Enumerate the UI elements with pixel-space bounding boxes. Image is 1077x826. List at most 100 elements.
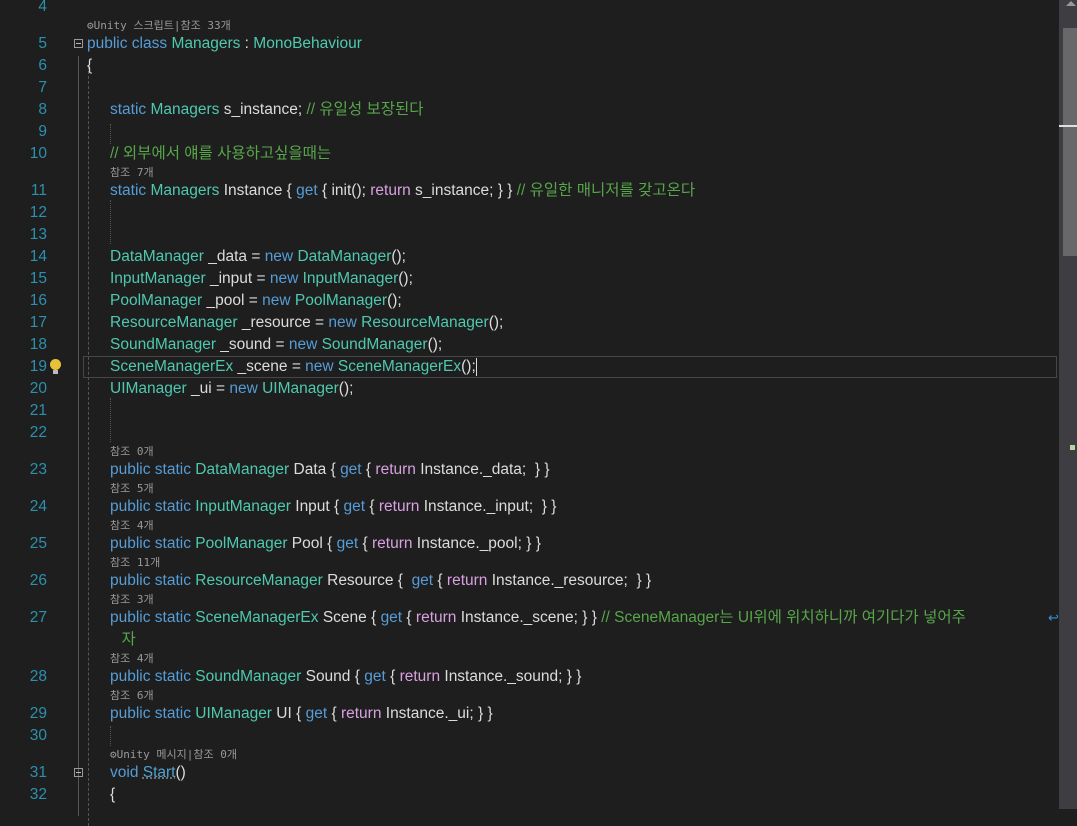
code-line[interactable]: 10 // 외부에서 얘를 사용하고싶을때는 xyxy=(0,143,1059,165)
code-token: DataManager xyxy=(297,248,392,265)
line-number: 18 xyxy=(29,336,47,353)
codelens-references[interactable]: ⚙Unity 메시지|참조 0개 xyxy=(0,747,1059,762)
code-line[interactable]: 15 InputManager _input = new InputManager… xyxy=(0,268,1059,290)
code-line[interactable]: 19 SceneManagerEx _scene = new SceneManag… xyxy=(0,356,1059,378)
code-text[interactable]: static Managers s_instance; // 유일성 보장된다 xyxy=(110,99,424,121)
code-text[interactable]: InputManager _input = new InputManager()… xyxy=(110,268,413,290)
scroll-up-icon[interactable] xyxy=(1066,1,1076,6)
codelens-references[interactable]: 참조 4개 xyxy=(0,651,1059,666)
code-token: () xyxy=(175,764,186,781)
code-line[interactable]: 16 PoolManager _pool = new PoolManager(); xyxy=(0,290,1059,312)
line-number: 27 xyxy=(29,609,47,626)
code-line[interactable]: 18 SoundManager _sound = new SoundManager… xyxy=(0,334,1059,356)
code-text[interactable]: SceneManagerEx _scene = new SceneManager… xyxy=(110,356,477,378)
code-line[interactable]: 12 xyxy=(0,202,1059,224)
code-text[interactable]: public static PoolManager Pool { get { r… xyxy=(110,533,541,555)
code-line[interactable]: 17 ResourceManager _resource = new Resour… xyxy=(0,312,1059,334)
code-token: : xyxy=(240,35,254,52)
codelens-references[interactable]: 참조 6개 xyxy=(0,688,1059,703)
code-text[interactable]: public static ResourceManager Resource {… xyxy=(110,570,651,592)
code-line[interactable]: 30 xyxy=(0,725,1059,747)
line-number: 12 xyxy=(29,204,47,221)
codelens-text[interactable]: ⚙Unity 메시지|참조 0개 xyxy=(110,747,237,762)
code-line[interactable]: 7 xyxy=(0,77,1059,99)
code-line[interactable]: 31 void Start() xyxy=(0,762,1059,784)
code-text[interactable]: void Start() xyxy=(110,762,186,784)
codelens-references[interactable]: 참조 3개 xyxy=(0,592,1059,607)
codelens-text[interactable]: 참조 0개 xyxy=(110,444,154,459)
code-text[interactable]: ResourceManager _resource = new Resource… xyxy=(110,312,503,334)
scrollbar-thumb[interactable] xyxy=(1063,28,1077,256)
code-line[interactable]: 6{ xyxy=(0,55,1059,77)
code-token: public static xyxy=(110,572,196,589)
code-token: static xyxy=(110,182,151,199)
code-token: public static xyxy=(110,668,196,685)
code-line[interactable]: 22 xyxy=(0,422,1059,444)
code-text[interactable]: 자 xyxy=(122,629,136,651)
code-text[interactable]: // 외부에서 얘를 사용하고싶을때는 xyxy=(110,143,331,165)
code-text[interactable]: PoolManager _pool = new PoolManager(); xyxy=(110,290,402,312)
code-line[interactable]: 32 { xyxy=(0,784,1059,806)
code-text[interactable]: public static UIManager UI { get { retur… xyxy=(110,703,493,725)
codelens-text[interactable]: 참조 3개 xyxy=(110,592,154,607)
vertical-scrollbar[interactable] xyxy=(1059,0,1077,809)
code-line[interactable]: 9 xyxy=(0,121,1059,143)
code-line[interactable]: 29 public static UIManager UI { get { ret… xyxy=(0,703,1059,725)
code-text[interactable]: { xyxy=(87,55,92,77)
code-line[interactable]: 23 public static DataManager Data { get {… xyxy=(0,459,1059,481)
codelens-text[interactable]: 참조 4개 xyxy=(110,651,154,666)
code-text[interactable]: SoundManager _sound = new SoundManager()… xyxy=(110,334,442,356)
codelens-text[interactable]: 참조 7개 xyxy=(110,165,154,180)
collapse-icon[interactable] xyxy=(74,768,83,777)
code-line[interactable]: 5 public class Managers : MonoBehaviour xyxy=(0,33,1059,55)
code-line[interactable]: 11 static Managers Instance { get { init(… xyxy=(0,180,1059,202)
code-line[interactable]: 26 public static ResourceManager Resource… xyxy=(0,570,1059,592)
code-line[interactable]: 25 public static PoolManager Pool { get {… xyxy=(0,533,1059,555)
code-text[interactable]: { xyxy=(110,784,115,806)
code-text[interactable]: static Managers Instance { get { init();… xyxy=(110,180,695,202)
codelens-text[interactable]: 참조 4개 xyxy=(110,518,154,533)
code-token: PoolManager xyxy=(294,292,388,309)
code-line[interactable]: 21 xyxy=(0,400,1059,422)
code-token: _data = xyxy=(203,248,265,265)
code-text[interactable]: public static InputManager Input { get {… xyxy=(110,496,556,518)
code-line[interactable]: 20 UIManager _ui = new UIManager(); xyxy=(0,378,1059,400)
code-token: Managers xyxy=(150,101,220,118)
codelens-references[interactable]: 참조 7개 xyxy=(0,165,1059,180)
code-line[interactable]: 자 xyxy=(0,629,1059,651)
code-token: get xyxy=(343,498,366,515)
codelens-references[interactable]: 참조 11개 xyxy=(0,555,1059,570)
code-line[interactable]: 4 xyxy=(0,0,1059,18)
code-text[interactable]: public static DataManager Data { get { r… xyxy=(110,459,550,481)
code-text[interactable]: DataManager _data = new DataManager(); xyxy=(110,246,406,268)
code-token: _input = xyxy=(205,270,270,287)
code-line[interactable]: 24 public static InputManager Input { get… xyxy=(0,496,1059,518)
code-token: UIManager xyxy=(195,705,272,722)
code-text[interactable]: public static SoundManager Sound { get {… xyxy=(110,666,581,688)
code-token: return xyxy=(370,182,411,199)
code-token: ResourceManager xyxy=(195,572,323,589)
code-token: SoundManager xyxy=(321,336,428,353)
code-text[interactable]: public class Managers : MonoBehaviour xyxy=(87,33,362,55)
code-text[interactable]: UIManager _ui = new UIManager(); xyxy=(110,378,353,400)
codelens-text[interactable]: ⚙Unity 스크립트|참조 33개 xyxy=(87,18,231,33)
codelens-references[interactable]: 참조 5개 xyxy=(0,481,1059,496)
codelens-text[interactable]: 참조 11개 xyxy=(110,555,160,570)
lightbulb-icon[interactable] xyxy=(50,359,61,374)
code-line[interactable]: 27 public static SceneManagerEx Scene { g… xyxy=(0,607,1059,629)
code-line[interactable]: 8 static Managers s_instance; // 유일성 보장된다 xyxy=(0,99,1059,121)
code-line[interactable]: 13 xyxy=(0,224,1059,246)
collapse-icon[interactable] xyxy=(74,39,83,48)
code-line[interactable]: 28 public static SoundManager Sound { get… xyxy=(0,666,1059,688)
codelens-references[interactable]: 참조 4개 xyxy=(0,518,1059,533)
codelens-text[interactable]: 참조 6개 xyxy=(110,688,154,703)
code-line[interactable]: 14 DataManager _data = new DataManager(); xyxy=(0,246,1059,268)
codelens-references[interactable]: ⚙Unity 스크립트|참조 33개 xyxy=(0,18,1059,33)
code-token: (); xyxy=(387,292,402,309)
codelens-references[interactable]: 참조 0개 xyxy=(0,444,1059,459)
code-token: return xyxy=(371,535,413,552)
codelens-text[interactable]: 참조 5개 xyxy=(110,481,154,496)
code-text[interactable]: public static SceneManagerEx Scene { get… xyxy=(110,607,966,629)
code-token: (); xyxy=(488,314,504,331)
code-editor[interactable]: 4 ⚙Unity 스크립트|참조 33개 5 public class Manager… xyxy=(0,0,1059,826)
